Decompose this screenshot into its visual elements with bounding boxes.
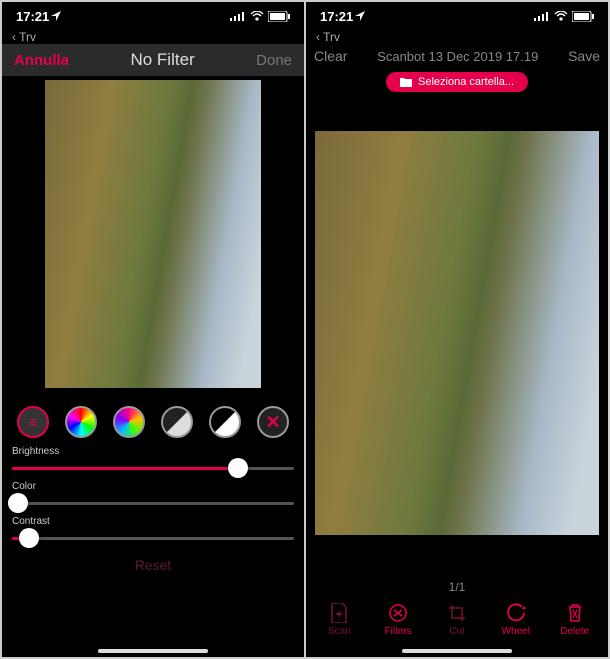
wifi-icon [554,11,568,21]
back-nav[interactable]: ‹ Trv [2,30,304,44]
filters-label: Filters [385,626,412,637]
status-time: 17:21 [320,9,353,24]
edit-header: Annulla No Filter Done [2,44,304,76]
status-time: 17:21 [16,9,49,24]
brightness-label: Brightness [12,446,294,457]
wifi-icon [250,11,264,21]
save-button[interactable]: Save [568,48,600,64]
filter-bw-icon[interactable] [209,406,241,438]
scan-label: Scan [328,626,351,637]
scan-button[interactable]: Scan [313,602,365,637]
home-indicator[interactable] [98,649,208,653]
color-label: Color [12,481,294,492]
done-button[interactable]: Done [256,52,292,69]
scanned-image[interactable] [315,131,599,535]
trash-icon [564,602,586,624]
filters-icon [387,602,409,624]
filter-color-icon[interactable] [65,406,97,438]
signal-icon [534,11,550,21]
filter-none-icon[interactable]: ≡ [17,406,49,438]
select-folder-label: Seleziona cartella... [418,76,514,88]
contrast-slider[interactable] [12,527,294,549]
crop-icon [446,602,468,624]
select-folder-button[interactable]: Seleziona cartella... [386,72,528,92]
header-title: No Filter [130,50,194,70]
status-bar: 17:21 [2,2,304,30]
cancel-button[interactable]: Annulla [14,52,69,69]
color-slider[interactable] [12,492,294,514]
filter-grayscale-icon[interactable] [161,406,193,438]
clear-button[interactable]: Clear [314,48,347,64]
filter-clear-icon[interactable]: ✕ [257,406,289,438]
scan-header: Clear Scanbot 13 Dec 2019 17.19 Save [306,44,608,68]
location-icon [355,11,365,21]
delete-label: Delete [560,626,589,637]
document-filename[interactable]: Scanbot 13 Dec 2019 17.19 [347,49,568,64]
cut-label: Cut [449,626,465,637]
back-nav[interactable]: ‹ Trv [306,30,608,44]
wheel-label: Wheel [502,626,530,637]
image-preview-area [306,98,608,572]
contrast-label: Contrast [12,516,294,527]
cut-button[interactable]: Cut [431,602,483,637]
battery-icon [268,11,290,22]
add-page-icon [328,602,350,624]
filters-button[interactable]: Filters [372,602,424,637]
scanned-image [45,80,261,388]
wheel-button[interactable]: Wheel [490,602,542,637]
delete-button[interactable]: Delete [549,602,601,637]
signal-icon [230,11,246,21]
filter-color2-icon[interactable] [113,406,145,438]
image-preview-area [2,76,304,396]
rotate-icon [505,602,527,624]
status-bar: 17:21 [306,2,608,30]
filter-row: ≡ ✕ [2,396,304,444]
folder-icon [400,77,412,87]
battery-icon [572,11,594,22]
location-icon [51,11,61,21]
brightness-slider[interactable] [12,457,294,479]
reset-button[interactable]: Reset [2,551,304,575]
home-indicator[interactable] [402,649,512,653]
page-indicator: 1/1 [306,572,608,598]
